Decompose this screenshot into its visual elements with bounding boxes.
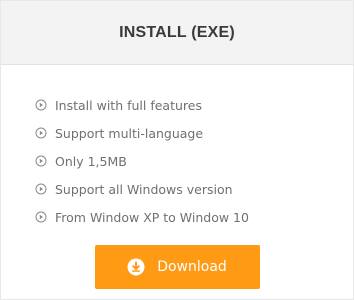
circle-play-icon bbox=[35, 183, 47, 195]
feature-item: Only 1,5MB bbox=[35, 147, 353, 175]
install-exe-card: INSTALL (EXE) Install with full features… bbox=[0, 0, 354, 300]
feature-label: Only 1,5MB bbox=[55, 153, 127, 169]
download-label: Download bbox=[157, 259, 227, 275]
circle-play-icon bbox=[35, 127, 47, 139]
circle-play-icon bbox=[35, 99, 47, 111]
feature-item: Support multi-language bbox=[35, 119, 353, 147]
download-icon bbox=[127, 258, 145, 276]
card-title: INSTALL (EXE) bbox=[119, 23, 235, 41]
card-header: INSTALL (EXE) bbox=[1, 1, 353, 65]
download-button[interactable]: Download bbox=[94, 245, 260, 289]
feature-item: From Window XP to Window 10 bbox=[35, 203, 353, 231]
feature-label: Install with full features bbox=[55, 97, 202, 113]
feature-list: Install with full features Support multi… bbox=[1, 65, 353, 231]
feature-item: Support all Windows version bbox=[35, 175, 353, 203]
feature-label: Support multi-language bbox=[55, 125, 204, 141]
circle-play-icon bbox=[35, 155, 47, 167]
download-wrap: Download bbox=[1, 245, 353, 289]
feature-item: Install with full features bbox=[35, 91, 353, 119]
circle-play-icon bbox=[35, 211, 47, 223]
feature-label: From Window XP to Window 10 bbox=[55, 209, 249, 225]
feature-label: Support all Windows version bbox=[55, 181, 233, 197]
